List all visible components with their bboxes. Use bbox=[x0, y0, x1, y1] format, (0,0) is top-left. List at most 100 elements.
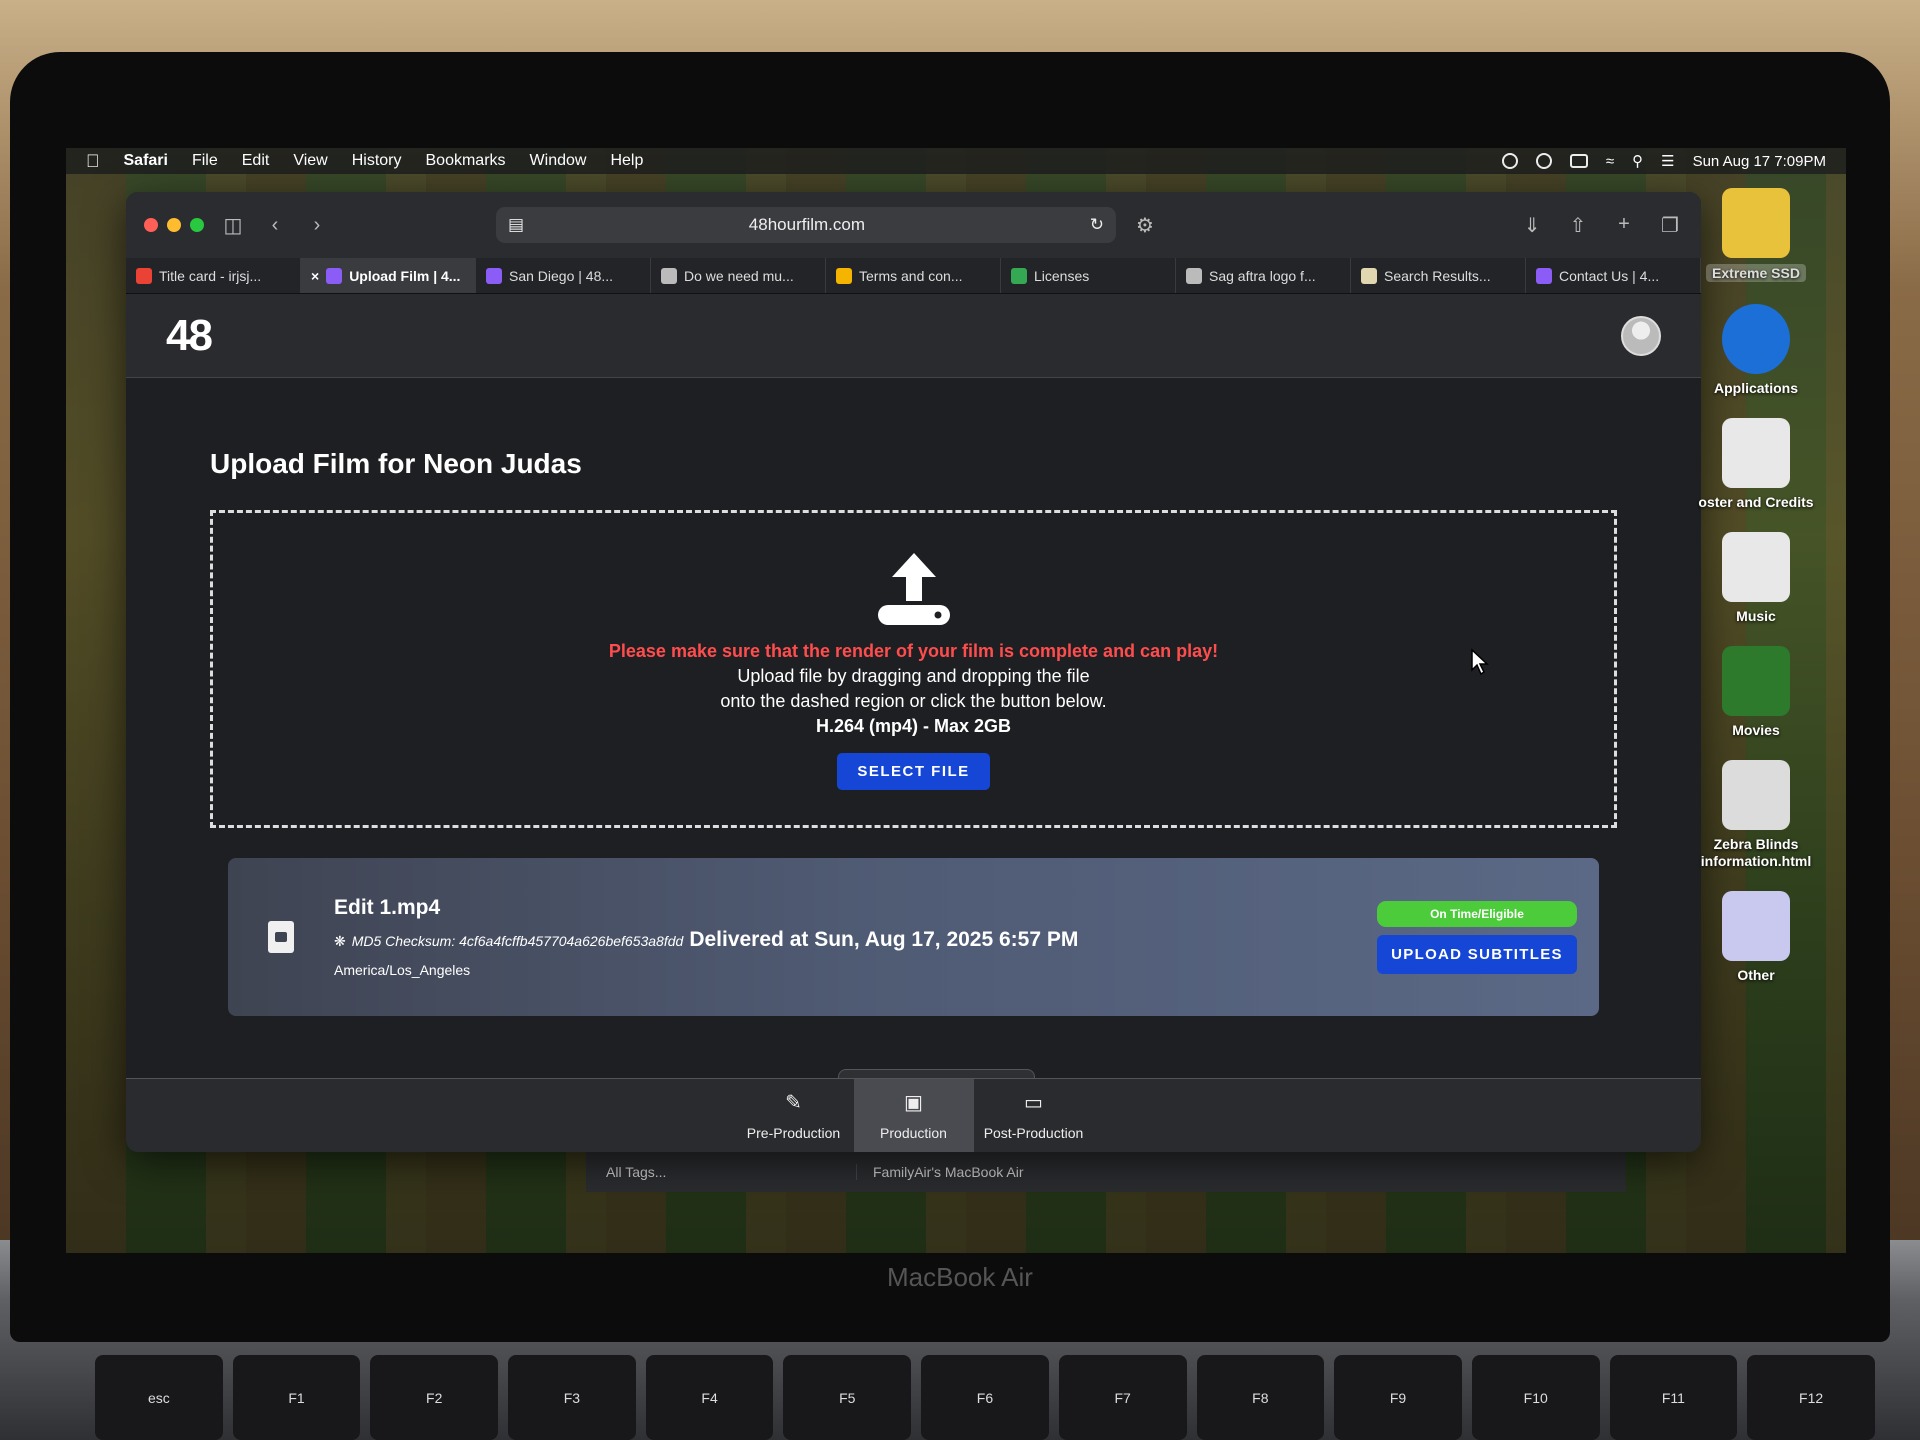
control-center-icon[interactable]: ☰ bbox=[1661, 152, 1674, 170]
tab-overview-icon[interactable]: ❐ bbox=[1657, 213, 1683, 238]
browser-tab[interactable]: Sag aftra logo f... bbox=[1176, 258, 1351, 293]
tab-label: Do we need mu... bbox=[684, 267, 794, 284]
laptop-brand: MacBook Air bbox=[887, 1262, 1033, 1292]
browser-tab[interactable]: Licenses bbox=[1001, 258, 1176, 293]
tab-favicon-icon bbox=[486, 267, 502, 284]
desktop-icon[interactable]: Applications bbox=[1714, 304, 1798, 396]
tab-favicon-icon bbox=[661, 267, 677, 284]
video-camera-icon: ▣ bbox=[904, 1092, 923, 1114]
movies-icon bbox=[1722, 646, 1790, 717]
extensions-gear-icon[interactable]: ⚙ bbox=[1132, 213, 1158, 238]
spotlight-icon[interactable]: ⚲ bbox=[1632, 152, 1643, 170]
browser-toolbar: ◫ ‹ › ▤ 48hourfilm.com ↻ ⚙ ⇓ ⇧ + ❐ bbox=[126, 192, 1701, 258]
nav-label: Pre-Production bbox=[746, 1125, 841, 1141]
zoom-window-button[interactable] bbox=[190, 218, 204, 232]
uploaded-file-card: Edit 1.mp4 ❋ MD5 Checksum: 4cf6a4fcffb45… bbox=[228, 858, 1599, 1016]
finder-all-tags[interactable]: All Tags... bbox=[586, 1164, 856, 1180]
browser-tab[interactable]: San Diego | 48... bbox=[476, 258, 651, 293]
desktop-icon[interactable]: oster and Credits bbox=[1698, 418, 1814, 510]
keyboard-key: F1 bbox=[232, 1355, 361, 1440]
site-logo[interactable]: 48 bbox=[166, 311, 213, 361]
page-menu-icon[interactable]: ▤ bbox=[508, 215, 524, 235]
zip-icon bbox=[1722, 890, 1790, 961]
file-format-requirements: H.264 (mp4) - Max 2GB bbox=[815, 715, 1012, 736]
desktop-icon[interactable]: Other bbox=[1722, 890, 1790, 983]
nav-pre-production[interactable]: ✎ Pre-Production bbox=[734, 1079, 854, 1152]
music-icon bbox=[1722, 532, 1790, 603]
minimize-window-button[interactable] bbox=[167, 218, 181, 232]
safari-window: ◫ ‹ › ▤ 48hourfilm.com ↻ ⚙ ⇓ ⇧ + ❐ Title… bbox=[126, 192, 1701, 1152]
sidebar-toggle-icon[interactable]: ◫ bbox=[220, 213, 246, 238]
close-window-button[interactable] bbox=[144, 218, 158, 232]
tab-favicon-icon bbox=[1186, 267, 1202, 284]
desktop-icon[interactable]: Zebra Blinds information.html bbox=[1686, 760, 1826, 869]
menu-history[interactable]: History bbox=[352, 152, 402, 170]
tab-label: Sag aftra logo f... bbox=[1209, 267, 1316, 284]
desktop-icon-label: Extreme SSD bbox=[1706, 264, 1806, 283]
dropzone-instructions-1: Upload file by dragging and dropping the… bbox=[737, 665, 1090, 686]
apple-icon[interactable]:  bbox=[86, 151, 100, 172]
battery-icon[interactable] bbox=[1569, 154, 1588, 168]
render-warning: Please make sure that the render of your… bbox=[608, 640, 1219, 661]
menu-view[interactable]: View bbox=[293, 152, 327, 170]
window-controls bbox=[144, 218, 204, 232]
keyboard-key: F4 bbox=[645, 1355, 774, 1440]
pencil-icon: ✎ bbox=[785, 1092, 802, 1114]
chrome-status-icon[interactable] bbox=[1535, 153, 1552, 169]
tab-favicon-icon bbox=[1536, 267, 1552, 284]
address-bar[interactable]: ▤ 48hourfilm.com ↻ bbox=[496, 207, 1116, 243]
select-file-button[interactable]: SELECT FILE bbox=[837, 752, 990, 790]
dropzone-instructions-2: onto the dashed region or click the butt… bbox=[720, 690, 1107, 711]
upload-subtitles-button[interactable]: UPLOAD SUBTITLES bbox=[1377, 934, 1577, 974]
share-icon[interactable]: ⇧ bbox=[1565, 213, 1591, 238]
delivered-timestamp: Delivered at Sun, Aug 17, 2025 6:57 PM bbox=[689, 928, 1079, 951]
upload-dropzone[interactable]: Please make sure that the render of your… bbox=[210, 510, 1617, 828]
menu-bar:  Safari File Edit View History Bookmark… bbox=[66, 148, 1846, 174]
browser-tab[interactable]: Terms and con... bbox=[826, 258, 1001, 293]
keyboard-key: F10 bbox=[1471, 1355, 1600, 1440]
desktop-icon-label: Zebra Blinds information.html bbox=[1700, 836, 1812, 869]
nav-post-production[interactable]: ▭ Post-Production bbox=[974, 1079, 1094, 1152]
menu-edit[interactable]: Edit bbox=[242, 152, 270, 170]
menu-app-name[interactable]: Safari bbox=[124, 152, 168, 170]
desktop-icon[interactable]: Movies bbox=[1722, 646, 1790, 738]
forward-icon[interactable]: › bbox=[304, 214, 330, 237]
keyboard-key: esc bbox=[95, 1355, 223, 1440]
desktop-icon[interactable]: Extreme SSD bbox=[1706, 188, 1806, 283]
desktop-icon[interactable]: Music bbox=[1722, 532, 1790, 624]
finder-machine-name[interactable]: FamilyAir's MacBook Air bbox=[856, 1164, 1023, 1180]
reload-icon[interactable]: ↻ bbox=[1090, 215, 1104, 235]
back-icon[interactable]: ‹ bbox=[262, 214, 288, 237]
nav-label: Post-Production bbox=[983, 1125, 1084, 1141]
browser-tab[interactable]: × Upload Film | 4... bbox=[301, 258, 476, 293]
tab-label: Terms and con... bbox=[859, 267, 963, 284]
upload-icon bbox=[877, 552, 950, 625]
menu-help[interactable]: Help bbox=[610, 152, 643, 170]
close-tab-icon[interactable]: × bbox=[311, 268, 319, 284]
nav-production[interactable]: ▣ Production bbox=[853, 1079, 974, 1152]
desktop-icon-label: Music bbox=[1736, 608, 1776, 625]
menu-file[interactable]: File bbox=[192, 152, 218, 170]
keyboard-key: F2 bbox=[370, 1355, 499, 1440]
page-title: Upload Film for Neon Judas bbox=[210, 448, 582, 479]
tab-favicon-icon bbox=[1361, 267, 1377, 284]
menu-bookmarks[interactable]: Bookmarks bbox=[426, 152, 506, 170]
new-tab-icon[interactable]: + bbox=[1611, 213, 1637, 238]
avatar[interactable] bbox=[1621, 315, 1661, 356]
tab-favicon-icon bbox=[326, 267, 343, 284]
keyboard-key: F5 bbox=[783, 1355, 912, 1440]
clock[interactable]: Sun Aug 17 7:09PM bbox=[1693, 153, 1826, 170]
browser-tab[interactable]: Title card - irjsj... bbox=[126, 258, 301, 293]
file-meta: ❋ MD5 Checksum: 4cf6a4fcffb457704a626bef… bbox=[334, 928, 1337, 952]
keyboard-key: F11 bbox=[1609, 1355, 1738, 1440]
browser-tab[interactable]: Do we need mu... bbox=[651, 258, 826, 293]
downloads-icon[interactable]: ⇓ bbox=[1519, 213, 1545, 238]
finder-window-strip: All Tags... FamilyAir's MacBook Air bbox=[586, 1152, 1626, 1192]
html-icon bbox=[1722, 760, 1790, 831]
browser-tab[interactable]: Search Results... bbox=[1351, 258, 1526, 293]
menu-window[interactable]: Window bbox=[530, 152, 587, 170]
app-status-icon[interactable] bbox=[1501, 153, 1518, 169]
browser-tab[interactable]: Contact Us | 4... bbox=[1526, 258, 1701, 293]
wifi-icon[interactable]: ≈ bbox=[1606, 153, 1614, 170]
document-icon bbox=[1721, 418, 1790, 489]
